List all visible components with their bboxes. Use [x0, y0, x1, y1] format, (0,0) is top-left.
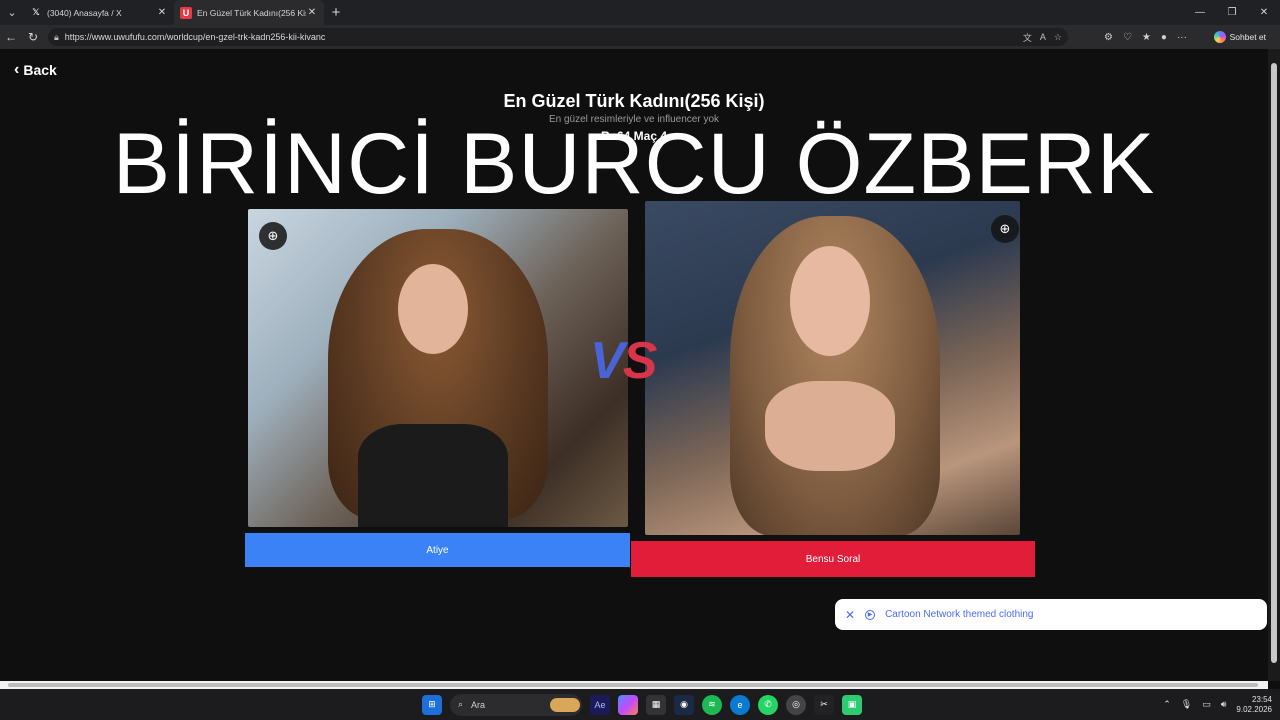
copilot-logo-icon — [1213, 31, 1226, 43]
search-highlight-icon — [550, 697, 580, 712]
left-choice-image[interactable] — [248, 209, 628, 527]
refresh-icon[interactable]: ↻ — [22, 30, 44, 44]
lock-icon: 🔒︎ — [54, 31, 59, 42]
clock-time: 23:54 — [1251, 694, 1272, 704]
clock[interactable]: 23:54 9.02.2026 — [1236, 695, 1272, 715]
tab-list-chevron-icon[interactable]: ⌄ — [0, 0, 24, 25]
url-field[interactable]: 🔒︎ https://www.uwufufu.com/worldcup/en-g… — [48, 28, 1068, 46]
back-arrow-icon[interactable]: ← — [0, 30, 22, 44]
whatsapp-icon[interactable]: ✆ — [758, 694, 778, 715]
page-viewport: ‹ Back En Güzel Türk Kadını(256 Kişi) En… — [0, 49, 1268, 681]
url-text: https://www.uwufufu.com/worldcup/en-gzel… — [64, 32, 326, 42]
tab-label: (3040) Anasayfa / X — [47, 7, 122, 18]
edge-icon[interactable]: e — [730, 694, 750, 715]
search-icon: ⌕ — [458, 699, 464, 709]
microphone-icon[interactable]: 🎙︎ — [1181, 699, 1192, 710]
copilot-app-icon[interactable] — [618, 694, 638, 715]
tab-close-icon[interactable]: ✕ — [156, 7, 168, 18]
photo-face — [398, 264, 468, 354]
maximize-icon[interactable]: ❐ — [1216, 0, 1248, 25]
profile-icon[interactable]: ● — [1161, 32, 1167, 43]
recommendation-toast[interactable]: ✕ ▶ Cartoon Network themed clothing — [835, 599, 1267, 630]
scroll-thumb[interactable] — [1271, 63, 1277, 663]
tab-close-icon[interactable]: ✕ — [306, 7, 318, 18]
photo-hands — [765, 381, 895, 471]
copilot-label: Sohbet et — [1229, 32, 1266, 42]
app-icon[interactable]: ◎ — [786, 694, 806, 715]
pick-right-button[interactable]: Bensu Soral — [631, 541, 1035, 577]
network-icon[interactable]: ▭ — [1202, 699, 1211, 710]
photo-clothing — [358, 424, 508, 527]
toast-text[interactable]: Cartoon Network themed clothing — [885, 609, 1033, 620]
new-tab-plus-icon[interactable]: + — [324, 4, 348, 21]
translate-icon[interactable]: 文 — [1023, 31, 1032, 44]
tab-bar: ⌄ 𝕏 (3040) Anasayfa / X ✕ U En Güzel Tür… — [0, 0, 1280, 25]
video-overlay-caption: BİRİNCİ BURCU ÖZBERK — [112, 116, 1156, 212]
after-effects-icon[interactable]: Ae — [590, 694, 610, 715]
search-placeholder: Ara — [471, 699, 486, 710]
uwufufu-logo-icon: U — [180, 6, 192, 19]
system-tray: ⌃ 🎙︎ ▭ 🔊︎ 23:54 9.02.2026 — [1163, 689, 1272, 720]
toast-close-icon[interactable]: ✕ — [845, 608, 855, 622]
more-menu-icon[interactable]: ··· — [1177, 32, 1187, 43]
vertical-scrollbar[interactable] — [1268, 49, 1280, 681]
x-logo-icon: 𝕏 — [32, 7, 40, 17]
chevron-up-icon[interactable]: ⌃ — [1163, 699, 1171, 710]
minimize-icon[interactable]: — — [1184, 0, 1216, 25]
close-window-icon[interactable]: ✕ — [1248, 0, 1280, 25]
horizontal-scrollbar[interactable] — [0, 681, 1268, 689]
browser-essentials-icon[interactable]: ♡ — [1123, 32, 1132, 43]
favorite-star-icon[interactable]: ☆ — [1054, 32, 1062, 43]
vs-letter-s: S — [622, 332, 658, 390]
tab-uwufufu[interactable]: U En Güzel Türk Kadını(256 Kişi) | Uw ✕ — [174, 0, 324, 25]
pick-left-button[interactable]: Atiye — [245, 533, 630, 567]
favorites-icon[interactable]: ★ — [1142, 32, 1151, 43]
tab-x-home[interactable]: 𝕏 (3040) Anasayfa / X ✕ — [24, 0, 174, 25]
window-controls: — ❐ ✕ — [1184, 0, 1280, 25]
read-aloud-icon[interactable]: A — [1040, 32, 1046, 42]
photo-face — [790, 246, 870, 356]
copilot-button[interactable]: Sohbet et — [1210, 28, 1272, 46]
scroll-thumb-horizontal[interactable] — [8, 683, 1258, 687]
steam-icon[interactable]: ◉ — [674, 694, 694, 715]
taskbar-search[interactable]: ⌕ Ara — [450, 693, 582, 716]
capcut-icon[interactable]: ✂ — [814, 694, 834, 715]
volume-icon[interactable]: 🔊︎ — [1221, 699, 1227, 710]
clock-date: 9.02.2026 — [1236, 704, 1272, 714]
zoom-in-left-icon[interactable]: ⊕ — [259, 222, 287, 250]
vs-badge: VS — [590, 331, 658, 391]
chevron-left-icon: ‹ — [14, 61, 20, 78]
tab-label: En Güzel Türk Kadını(256 Kişi) | Uw — [197, 7, 306, 18]
extensions-icon[interactable]: ⚙ — [1104, 32, 1113, 43]
play-circle-icon: ▶ — [865, 609, 876, 620]
app-icon[interactable]: ▦ — [646, 694, 666, 715]
back-label: Back — [23, 62, 57, 78]
app-icon[interactable]: ▣ — [842, 694, 862, 715]
windows-start-icon[interactable]: ⊞ — [422, 694, 442, 715]
taskbar: ⊞ ⌕ Ara Ae ▦ ◉ ≋ e ✆ ◎ ✂ ▣ ⌃ 🎙︎ ▭ 🔊︎ 23:… — [0, 689, 1280, 720]
spotify-icon[interactable]: ≋ — [702, 694, 722, 715]
right-choice-image[interactable] — [645, 201, 1020, 535]
address-bar: ← ↻ 🔒︎ https://www.uwufufu.com/worldcup/… — [0, 25, 1280, 49]
back-button[interactable]: ‹ Back — [14, 61, 57, 79]
vs-letter-v: V — [590, 332, 625, 390]
